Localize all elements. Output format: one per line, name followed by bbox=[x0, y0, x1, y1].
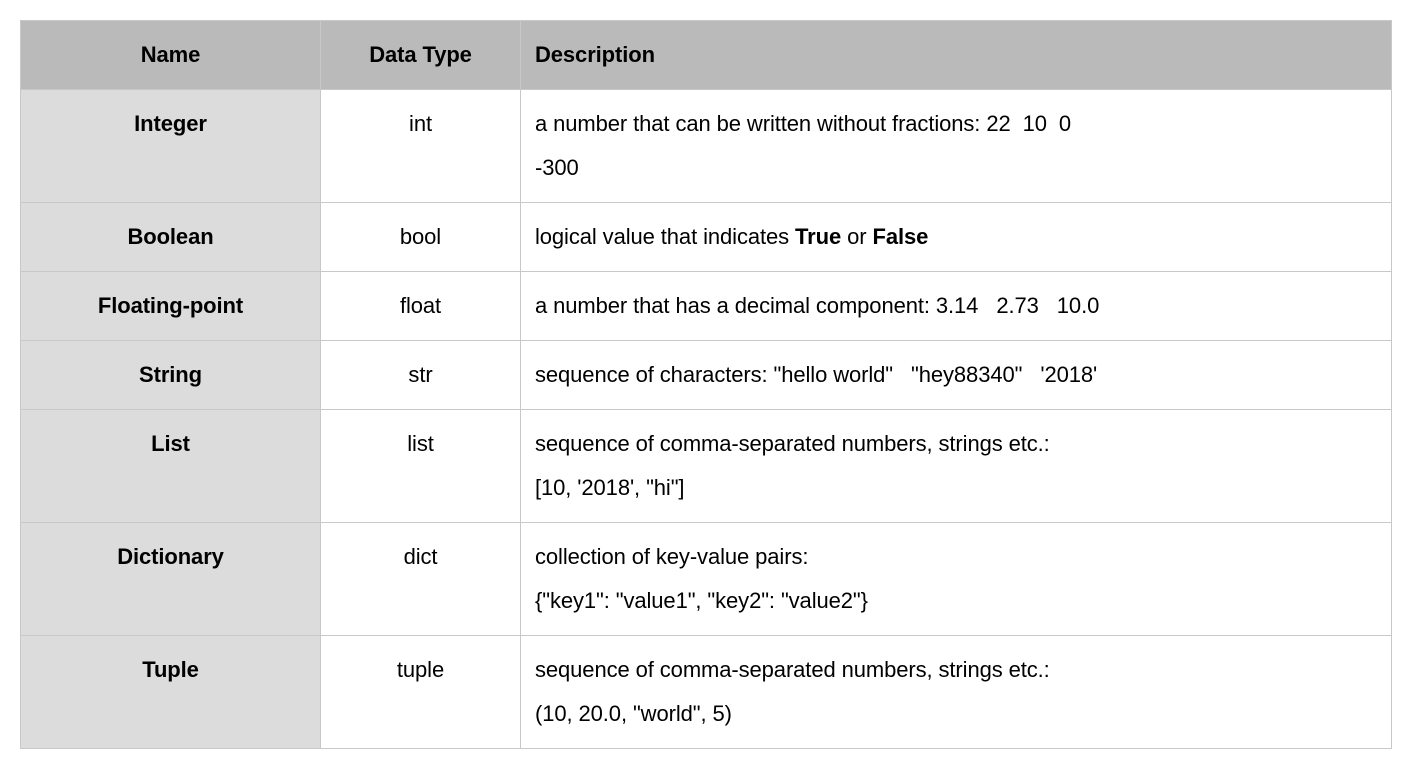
row-type: list bbox=[321, 410, 521, 523]
row-name: Tuple bbox=[21, 636, 321, 749]
row-name: Boolean bbox=[21, 203, 321, 272]
row-type: float bbox=[321, 272, 521, 341]
row-type: dict bbox=[321, 523, 521, 636]
row-name: Floating-point bbox=[21, 272, 321, 341]
row-type: int bbox=[321, 90, 521, 203]
table-row: Listlistsequence of comma-separated numb… bbox=[21, 410, 1392, 523]
table-row: Dictionarydictcollection of key-value pa… bbox=[21, 523, 1392, 636]
data-types-table: Name Data Type Description Integerinta n… bbox=[20, 20, 1392, 749]
row-description: a number that has a decimal component: 3… bbox=[521, 272, 1392, 341]
row-type: str bbox=[321, 341, 521, 410]
table-row: Booleanboollogical value that indicates … bbox=[21, 203, 1392, 272]
row-description: logical value that indicates True or Fal… bbox=[521, 203, 1392, 272]
table-row: Integerinta number that can be written w… bbox=[21, 90, 1392, 203]
row-name: String bbox=[21, 341, 321, 410]
row-description: sequence of comma-separated numbers, str… bbox=[521, 410, 1392, 523]
row-description: sequence of comma-separated numbers, str… bbox=[521, 636, 1392, 749]
row-description: sequence of characters: "hello world" "h… bbox=[521, 341, 1392, 410]
row-name: Dictionary bbox=[21, 523, 321, 636]
header-type: Data Type bbox=[321, 21, 521, 90]
header-desc: Description bbox=[521, 21, 1392, 90]
row-description: collection of key-value pairs:{"key1": "… bbox=[521, 523, 1392, 636]
table-row: Floating-pointfloata number that has a d… bbox=[21, 272, 1392, 341]
row-description: a number that can be written without fra… bbox=[521, 90, 1392, 203]
table-row: Stringstrsequence of characters: "hello … bbox=[21, 341, 1392, 410]
table-header-row: Name Data Type Description bbox=[21, 21, 1392, 90]
row-name: Integer bbox=[21, 90, 321, 203]
row-type: tuple bbox=[321, 636, 521, 749]
row-type: bool bbox=[321, 203, 521, 272]
header-name: Name bbox=[21, 21, 321, 90]
row-name: List bbox=[21, 410, 321, 523]
table-row: Tupletuplesequence of comma-separated nu… bbox=[21, 636, 1392, 749]
